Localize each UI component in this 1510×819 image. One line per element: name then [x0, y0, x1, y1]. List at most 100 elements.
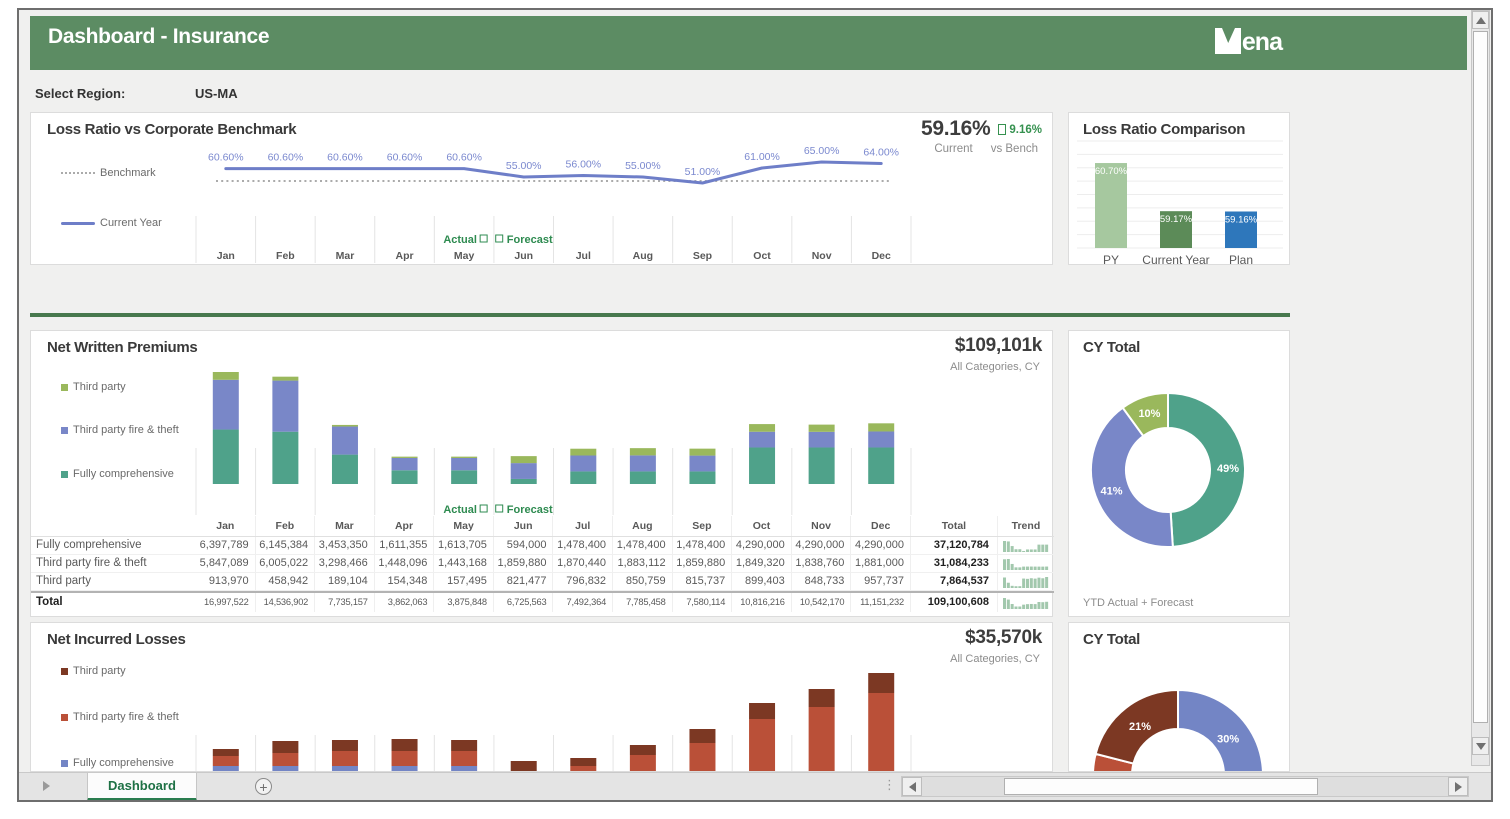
benchmark-line-swatch — [61, 172, 95, 174]
svg-text:59.16%: 59.16% — [1225, 214, 1258, 225]
svg-text:55.00%: 55.00% — [625, 160, 661, 172]
loss-ratio-comparison-panel: Loss Ratio Comparison 60.70%59.17%59.16%… — [1068, 112, 1290, 265]
tabbar-resize-handle[interactable]: ⋮ — [883, 777, 895, 793]
svg-text:Feb: Feb — [276, 250, 295, 262]
legend-item-third-party-fire-theft: Third party fire & theft — [61, 711, 179, 723]
legend-item-third-party-fire-theft: Third party fire & theft — [61, 424, 179, 436]
net-incurred-losses-panel: Net Incurred Losses $35,570k All Categor… — [30, 622, 1053, 772]
legend-item-third-party: Third party — [61, 381, 126, 393]
net-written-premiums-panel: Net Written Premiums $109,101k All Categ… — [30, 330, 1053, 617]
tab-dashboard[interactable]: Dashboard — [87, 773, 197, 801]
right-arrow-icon — [1455, 782, 1462, 792]
loss-ratio-kpi: 59.16% 9.16% — [921, 117, 1042, 141]
svg-text:60.60%: 60.60% — [446, 152, 482, 164]
svg-text:60.60%: 60.60% — [327, 152, 363, 164]
losses-kpi: $35,570k — [965, 627, 1042, 649]
vena-logo: ena — [1215, 28, 1282, 54]
svg-text:10%: 10% — [1138, 408, 1160, 420]
comparison-cat-current-year: Current Year — [1141, 253, 1211, 267]
svg-text:64.00%: 64.00% — [863, 147, 899, 159]
vscroll-thumb[interactable] — [1473, 31, 1488, 723]
svg-text:Sep: Sep — [693, 250, 712, 262]
comparison-bar-chart: 60.70%59.17%59.16% — [1069, 131, 1291, 253]
legend-swatch — [61, 714, 68, 721]
svg-text:60.60%: 60.60% — [387, 152, 423, 164]
svg-text:Jun: Jun — [514, 250, 533, 262]
comparison-cat-py: PY — [1076, 253, 1146, 267]
hscroll-left-button[interactable] — [902, 777, 922, 796]
loss-ratio-panel: Loss Ratio vs Corporate Benchmark 59.16%… — [30, 112, 1053, 265]
table-row-third-party: Third party913,970458,942189,104154,3481… — [31, 573, 1054, 591]
sheet-tab-bar: Dashboard + ⋮ — [17, 772, 1493, 801]
trend-sparkline — [1003, 576, 1049, 588]
svg-text:51.00%: 51.00% — [685, 166, 721, 178]
losses-stacked-chart — [191, 651, 916, 772]
down-arrow-icon — [1476, 743, 1486, 750]
svg-text:60.60%: 60.60% — [268, 152, 304, 164]
premiums-kpi: $109,101k — [955, 335, 1042, 357]
svg-text:Aug: Aug — [633, 250, 653, 262]
svg-text:Forecast: Forecast — [507, 234, 553, 246]
svg-text:Forecast: Forecast — [507, 504, 553, 516]
kpi-delta: 9.16% — [998, 124, 1042, 136]
table-row-fully-comprehensive: Fully comprehensive6,397,7896,145,3843,4… — [31, 537, 1054, 555]
svg-text:May: May — [454, 250, 475, 262]
legend-current-year: Current Year — [61, 217, 162, 229]
svg-text:Actual: Actual — [443, 504, 477, 516]
table-header-row: JanFebMarAprMayJunJulAugSepOctNovDecTota… — [31, 516, 1054, 537]
kpi-sublabels: Currentvs Bench — [934, 143, 1038, 155]
hscroll-right-button[interactable] — [1448, 777, 1468, 796]
premiums-donut-chart: 49%41%10% — [1069, 331, 1291, 618]
sheet-nav-arrow-icon[interactable] — [43, 781, 50, 791]
svg-text:55.00%: 55.00% — [506, 160, 542, 172]
losses-kpi-sub: All Categories, CY — [950, 653, 1040, 665]
trend-sparkline — [1003, 540, 1049, 552]
premiums-stacked-chart: Actual Forecast — [191, 367, 916, 516]
svg-text:Nov: Nov — [812, 250, 832, 262]
vertical-scrollbar[interactable] — [1471, 10, 1490, 766]
svg-text:Actual: Actual — [443, 234, 477, 246]
kpi-current-value: 59.16% — [921, 117, 990, 141]
trend-sparkline — [1003, 558, 1049, 570]
vscroll-down-button[interactable] — [1472, 737, 1489, 755]
losses-donut-chart: 30%21% — [1069, 623, 1290, 772]
app-window: Dashboard - Insurance ena Select Region:… — [17, 8, 1493, 802]
svg-text:60.70%: 60.70% — [1095, 166, 1128, 177]
premiums-table: JanFebMarAprMayJunJulAugSepOctNovDecTota… — [31, 516, 1054, 612]
svg-text:61.00%: 61.00% — [744, 151, 780, 163]
premiums-donut-caption: YTD Actual + Forecast — [1083, 597, 1193, 609]
premiums-title: Net Written Premiums — [47, 339, 197, 356]
svg-text:56.00%: 56.00% — [565, 159, 601, 171]
svg-text:Mar: Mar — [336, 250, 355, 262]
premiums-kpi-sub: All Categories, CY — [950, 361, 1040, 373]
svg-text:Jan: Jan — [217, 250, 235, 262]
vena-logo-icon — [1215, 28, 1241, 54]
left-arrow-icon — [909, 782, 916, 792]
table-row-third-party-fire-theft: Third party fire & theft5,847,0896,005,0… — [31, 555, 1054, 573]
trend-sparkline — [1003, 597, 1049, 609]
svg-text:Oct: Oct — [753, 250, 771, 262]
add-sheet-button[interactable]: + — [255, 778, 272, 795]
legend-swatch — [61, 427, 68, 434]
legend-benchmark: Benchmark — [61, 167, 156, 179]
svg-text:65.00%: 65.00% — [804, 145, 840, 157]
svg-text:60.60%: 60.60% — [208, 152, 244, 164]
losses-title: Net Incurred Losses — [47, 631, 186, 648]
legend-swatch — [61, 384, 68, 391]
svg-text:Apr: Apr — [396, 250, 414, 262]
vscroll-up-button[interactable] — [1472, 11, 1489, 29]
legend-swatch — [61, 471, 68, 478]
select-region-value[interactable]: US-MA — [195, 86, 238, 101]
section-divider — [30, 313, 1290, 317]
current-year-line-swatch — [61, 222, 95, 225]
svg-text:Jul: Jul — [576, 250, 591, 262]
loss-ratio-title: Loss Ratio vs Corporate Benchmark — [47, 121, 296, 138]
legend-swatch — [61, 668, 68, 675]
svg-text:30%: 30% — [1217, 734, 1239, 746]
hscroll-thumb[interactable] — [1004, 778, 1318, 795]
page-title: Dashboard - Insurance — [48, 25, 269, 49]
select-region-label: Select Region: — [35, 86, 125, 101]
comparison-cat-plan: Plan — [1206, 253, 1276, 267]
horizontal-scrollbar[interactable] — [901, 776, 1469, 797]
premiums-cy-total-panel: CY Total 49%41%10% YTD Actual + Forecast — [1068, 330, 1290, 617]
